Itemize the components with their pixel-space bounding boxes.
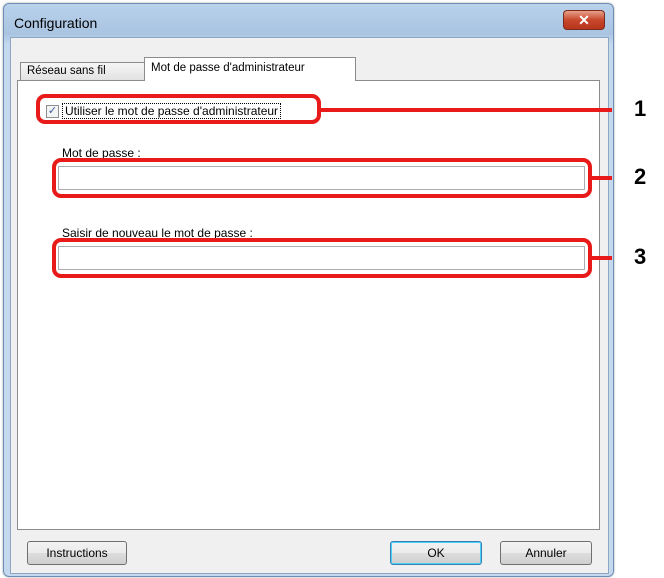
- leader-line-1: [321, 108, 612, 112]
- instructions-button[interactable]: Instructions: [27, 541, 127, 565]
- callout-number-2: 2: [634, 164, 647, 189]
- leader-line-2: [592, 176, 612, 180]
- leader-line-3: [592, 256, 612, 260]
- callout-number-3: 3: [634, 244, 647, 269]
- close-button[interactable]: ✕: [563, 10, 605, 30]
- cancel-button[interactable]: Annuler: [500, 541, 592, 565]
- window-title: Configuration: [14, 15, 98, 31]
- callout-number-1: 1: [634, 96, 647, 121]
- close-icon: ✕: [578, 11, 590, 28]
- tab-reseau-sans-fil[interactable]: Réseau sans fil: [20, 62, 147, 80]
- highlight-confirm: [52, 238, 592, 278]
- ok-button[interactable]: OK: [390, 541, 482, 565]
- tab-mot-de-passe-administrateur[interactable]: Mot de passe d'administrateur: [144, 57, 356, 81]
- highlight-checkbox: [36, 94, 321, 124]
- highlight-password: [52, 158, 592, 198]
